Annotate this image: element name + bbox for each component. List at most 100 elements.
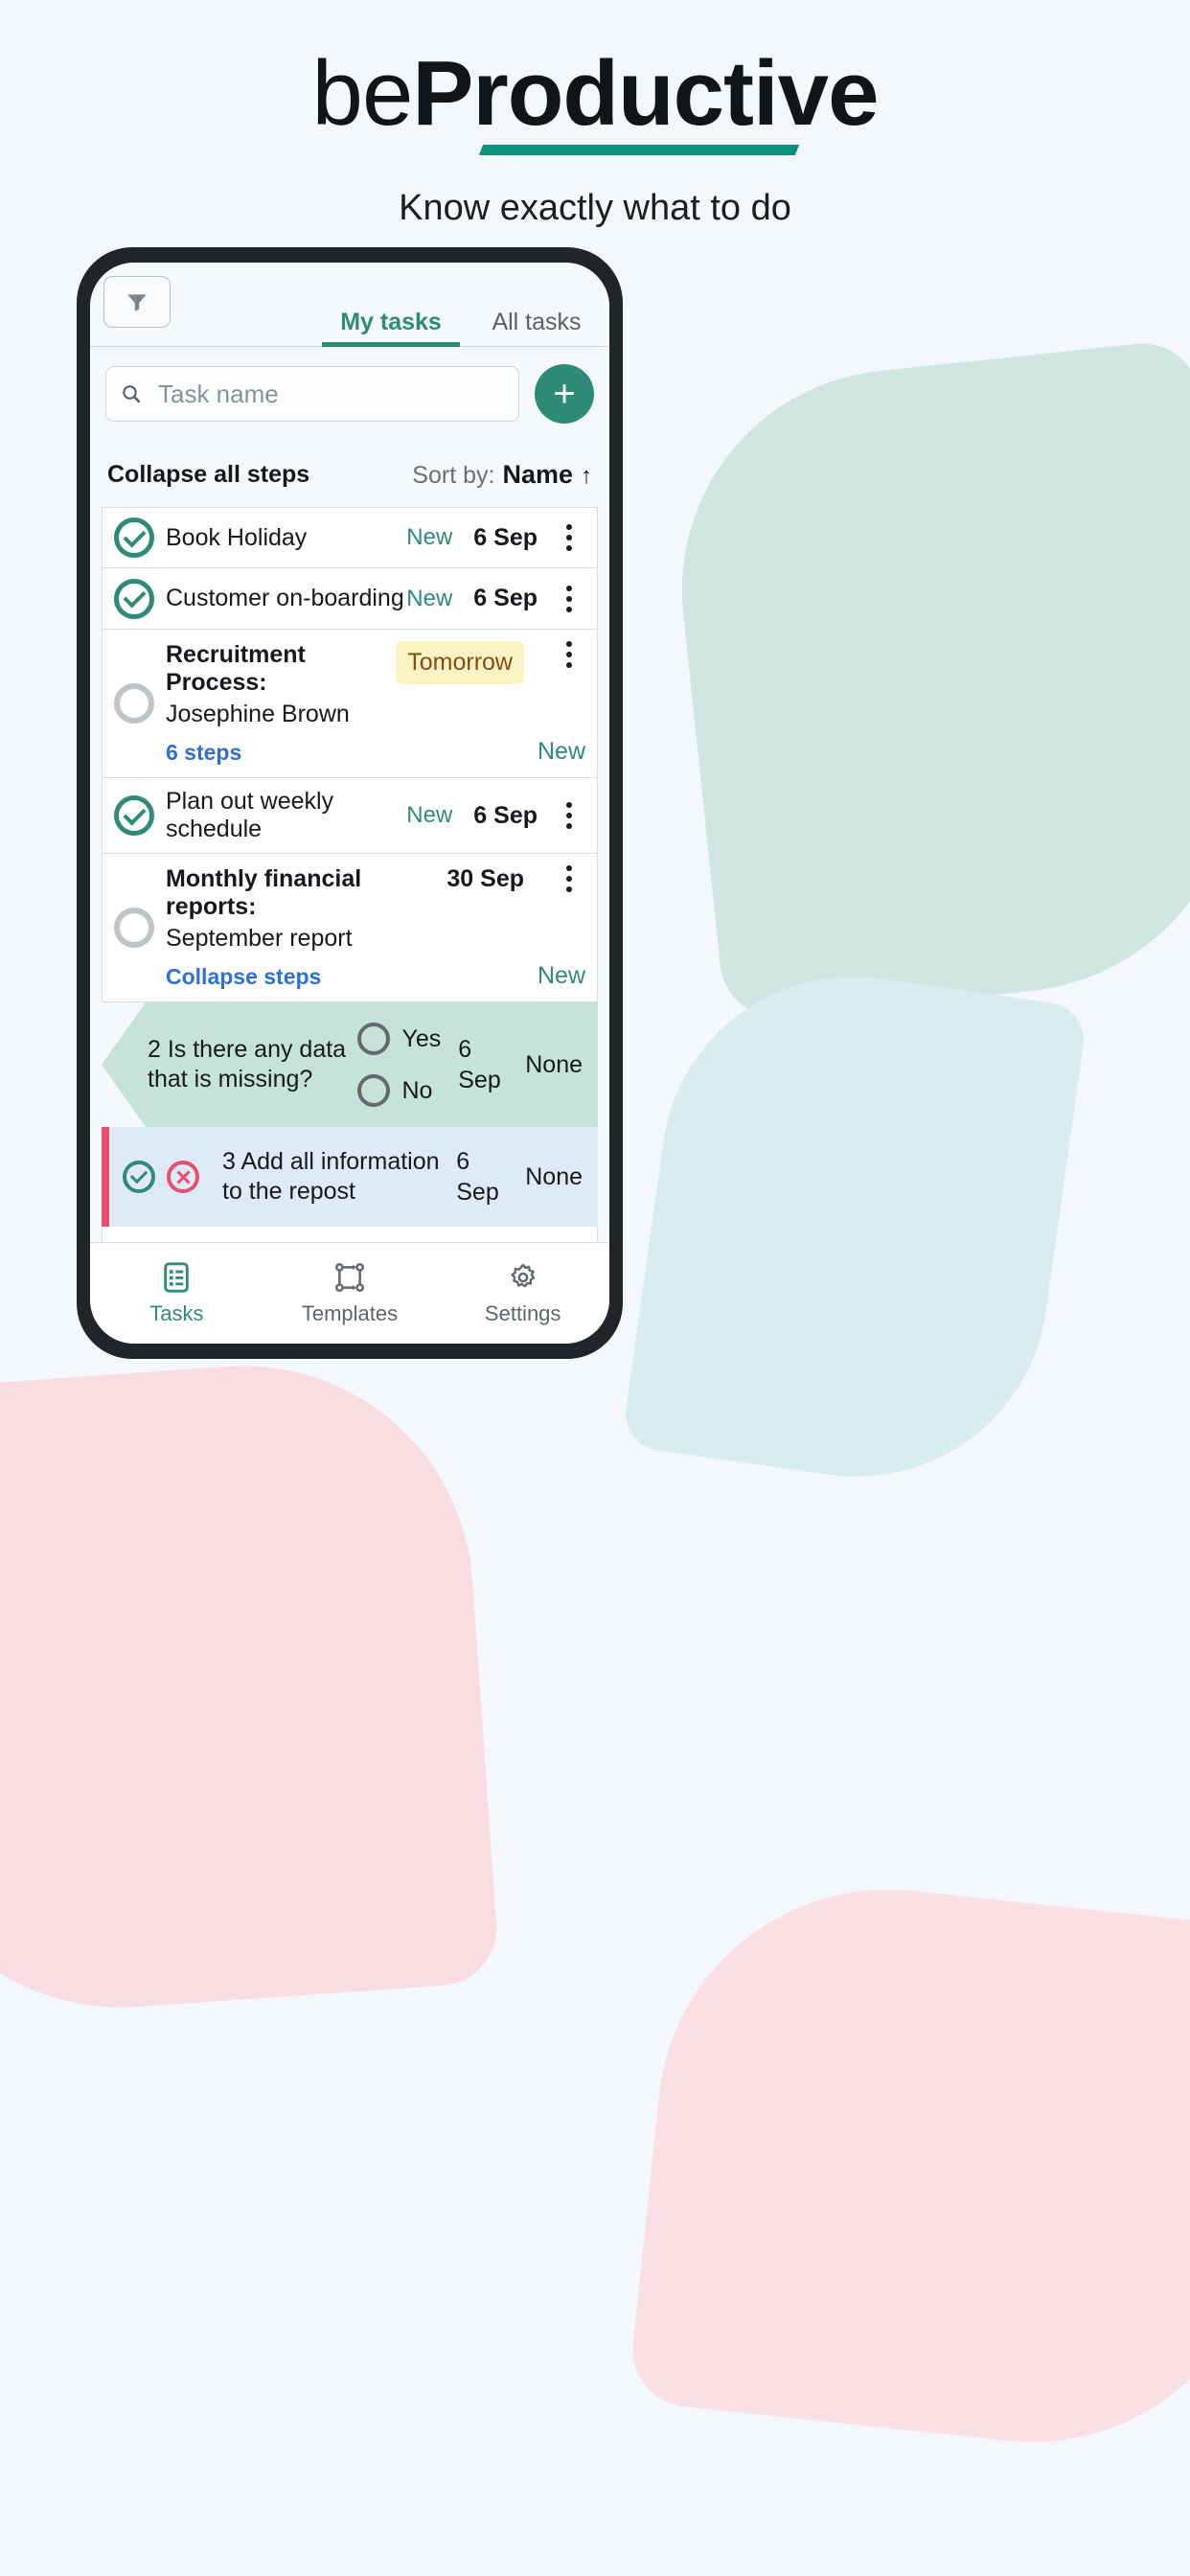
teal-blob-shape xyxy=(660,337,1190,1024)
tab-all-tasks[interactable]: All tasks xyxy=(464,309,609,346)
task-content: Exit interview: S. Walker 4 steps xyxy=(166,1238,400,1242)
search-input[interactable]: Task name xyxy=(158,380,279,409)
step-answer-options: Yes No xyxy=(357,1023,441,1107)
task-steps-link[interactable]: 6 steps xyxy=(166,740,396,766)
task-list: Book Holiday New 6 Sep Customer on-board… xyxy=(90,507,609,1242)
task-subtitle: Josephine Brown xyxy=(166,701,350,727)
collapse-all-steps-button[interactable]: Collapse all steps xyxy=(107,461,309,489)
page-header: beProductive Know exactly what to do xyxy=(0,0,1190,229)
table-row[interactable]: Plan out weekly schedule New 6 Sep xyxy=(102,778,598,854)
check-circle-icon[interactable] xyxy=(123,1161,155,1193)
status-badge: New xyxy=(406,524,453,550)
task-status-cell xyxy=(114,865,166,990)
task-title: Monthly financial reports: xyxy=(166,865,362,920)
search-icon xyxy=(123,385,141,403)
x-circle-icon[interactable] xyxy=(167,1161,199,1193)
task-step-question[interactable]: 2 Is there any data that is missing? Yes… xyxy=(102,1002,598,1127)
phone-mockup: My tasks All tasks Task name + Collapse … xyxy=(77,247,623,1359)
page-subtitle: Know exactly what to do xyxy=(399,188,791,228)
sort-by-value: Name xyxy=(502,460,573,489)
answer-label: Yes xyxy=(401,1024,442,1052)
task-title: Recruitment Process: xyxy=(166,641,306,696)
task-status-toggle[interactable] xyxy=(114,795,154,836)
task-status-toggle[interactable] xyxy=(114,683,154,724)
pink-blob-shape xyxy=(0,1350,501,2023)
tasks-list-icon xyxy=(164,1261,190,1293)
logo-word-productive: Productive xyxy=(412,42,879,145)
radio-icon[interactable] xyxy=(357,1074,391,1107)
task-title-bold: Exit interview: xyxy=(166,1238,329,1242)
sort-by-label: Sort by: xyxy=(412,462,495,489)
answer-label: No xyxy=(401,1076,433,1104)
task-content: Recruitment Process: Josephine Brown 6 s… xyxy=(166,641,396,766)
status-badge: New xyxy=(537,962,585,989)
task-status-toggle[interactable] xyxy=(114,908,154,948)
step-question-text: 2 Is there any data that is missing? xyxy=(148,1035,347,1092)
table-row[interactable]: Customer on-boarding New 6 Sep xyxy=(102,568,598,630)
task-status-cell xyxy=(114,641,166,766)
task-title: Plan out weekly schedule xyxy=(166,788,334,842)
task-date: 6 Sep xyxy=(473,585,538,611)
task-status-cell xyxy=(114,1238,166,1242)
logo-word-be: be xyxy=(311,42,414,145)
step-text: 3 Add all information to the repost xyxy=(222,1147,440,1205)
pink-blob-shape-secondary xyxy=(627,1867,1190,2465)
task-status-toggle[interactable] xyxy=(114,518,154,558)
filter-button[interactable] xyxy=(103,276,171,328)
task-steps-link[interactable]: Collapse steps xyxy=(166,964,446,990)
step-assignee: None xyxy=(525,1050,583,1078)
phone-screen: My tasks All tasks Task name + Collapse … xyxy=(90,263,609,1344)
add-task-button[interactable]: + xyxy=(535,364,594,424)
task-meta: New 4 Sep xyxy=(400,1238,585,1242)
task-title: Customer on-boarding xyxy=(166,585,404,611)
more-options-icon[interactable] xyxy=(553,524,585,551)
sort-direction-icon[interactable]: ↑ xyxy=(581,463,592,490)
step-assignee: None xyxy=(525,1162,583,1190)
filter-icon xyxy=(127,294,147,311)
list-controls-row: Collapse all steps Sort by: Name ↑ xyxy=(90,435,609,507)
nav-label: Templates xyxy=(301,1300,399,1325)
nav-item-settings[interactable]: Settings xyxy=(436,1261,609,1326)
search-input-wrapper[interactable]: Task name xyxy=(105,366,519,422)
table-row[interactable]: Monthly financial reports: September rep… xyxy=(102,854,598,1002)
nav-item-tasks[interactable]: Tasks xyxy=(90,1261,263,1326)
task-date: 6 Sep xyxy=(473,801,538,829)
bottom-navigation: Tasks Templates Settings xyxy=(90,1242,609,1344)
task-status-toggle[interactable] xyxy=(114,578,154,619)
table-row[interactable]: Exit interview: S. Walker 4 steps New 4 … xyxy=(102,1227,598,1242)
step-date: 6 Sep xyxy=(458,1035,501,1094)
app-logo: beProductive xyxy=(312,48,880,155)
logo-underline-accent xyxy=(478,145,799,155)
task-meta: 30 Sep New xyxy=(446,865,585,990)
more-options-icon[interactable] xyxy=(553,865,585,892)
status-badge: New xyxy=(406,585,453,611)
task-step-action[interactable]: 3 Add all information to the repost 6 Se… xyxy=(102,1127,598,1227)
search-row: Task name + xyxy=(90,347,609,435)
logo-text: beProductive xyxy=(312,48,880,140)
task-title: Book Holiday xyxy=(166,523,308,551)
app-topbar: My tasks All tasks xyxy=(90,263,609,347)
task-content: Monthly financial reports: September rep… xyxy=(166,865,446,990)
task-date: 6 Sep xyxy=(473,523,538,551)
task-date: 30 Sep xyxy=(446,865,524,892)
teal-blob-shape-secondary xyxy=(620,952,1089,1502)
answer-option-yes[interactable]: Yes xyxy=(357,1023,441,1055)
sort-by-control[interactable]: Sort by: Name ↑ xyxy=(412,460,592,490)
table-row[interactable]: Book Holiday New 6 Sep xyxy=(102,507,598,568)
status-badge: New xyxy=(537,738,585,765)
answer-option-no[interactable]: No xyxy=(357,1074,441,1107)
step-date: 6 Sep xyxy=(456,1147,499,1207)
tab-my-tasks[interactable]: My tasks xyxy=(318,309,464,347)
due-badge: Tomorrow xyxy=(396,641,524,684)
radio-icon[interactable] xyxy=(357,1023,391,1055)
task-meta-top: 30 Sep xyxy=(446,865,585,893)
more-options-icon[interactable] xyxy=(553,641,585,668)
nav-item-templates[interactable]: Templates xyxy=(263,1261,437,1326)
gear-icon xyxy=(510,1263,535,1287)
task-scope-tabs: My tasks All tasks xyxy=(171,276,609,347)
task-meta-top: Tomorrow xyxy=(396,641,585,684)
templates-flow-icon xyxy=(334,1262,365,1292)
table-row[interactable]: Recruitment Process: Josephine Brown 6 s… xyxy=(102,630,598,778)
more-options-icon[interactable] xyxy=(553,802,585,829)
more-options-icon[interactable] xyxy=(553,585,585,612)
